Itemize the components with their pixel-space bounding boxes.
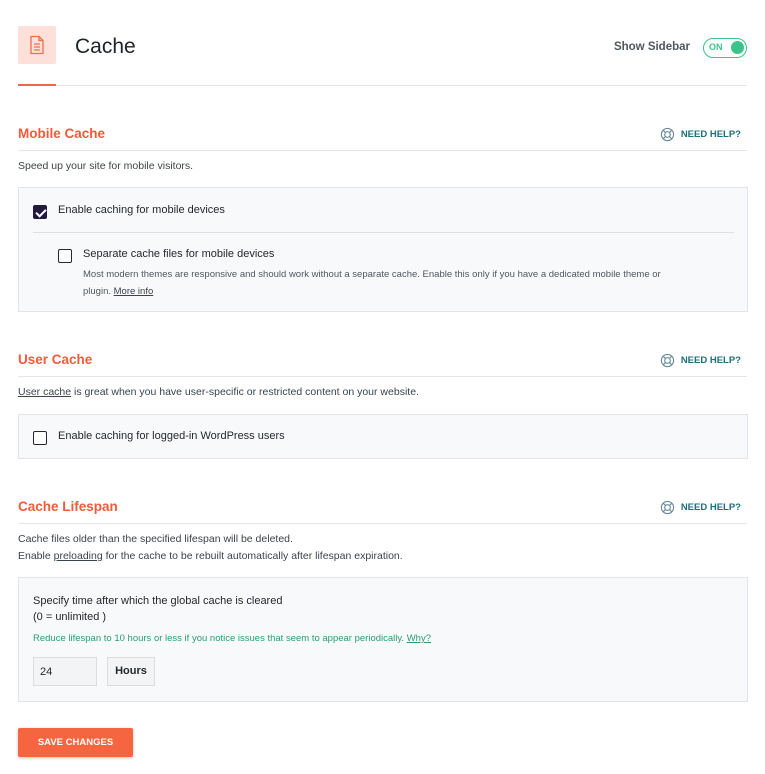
lifespan-desc-line2: Enable preloading for the cache to be re… <box>18 548 403 565</box>
lifespan-field-label-line1: Specify time after which the global cach… <box>33 595 283 607</box>
help-label: NEED HELP? <box>680 502 741 513</box>
lifebuoy-icon <box>660 127 674 142</box>
lifespan-field-label: Specify time after which the global cach… <box>33 593 282 625</box>
lifespan-desc-line1: Cache files older than the specified lif… <box>18 533 293 545</box>
mobile-cache-panel: Enable caching for mobile devices Separa… <box>18 187 748 312</box>
page-title: Cache <box>75 35 136 58</box>
document-icon <box>30 35 44 55</box>
user-cache-description: User cache is great when you have user-s… <box>18 384 419 401</box>
enable-user-cache-label: Enable caching for logged-in WordPress u… <box>58 430 285 442</box>
mobile-cache-header: Mobile Cache NEED HELP? <box>18 126 747 151</box>
lifebuoy-icon <box>660 500 674 515</box>
lifespan-note: Reduce lifespan to 10 hours or less if y… <box>33 633 431 644</box>
mobile-cache-help-link[interactable]: NEED HELP? <box>660 127 741 142</box>
show-sidebar-toggle[interactable]: ON <box>703 38 747 58</box>
separate-cache-help-text: Most modern themes are responsive and sh… <box>83 266 723 300</box>
cache-lifespan-panel: Specify time after which the global cach… <box>18 577 748 702</box>
enable-mobile-cache-label: Enable caching for mobile devices <box>58 204 225 216</box>
separate-cache-help-line1: Most modern themes are responsive and sh… <box>83 269 661 280</box>
panel-divider <box>33 232 734 233</box>
help-label: NEED HELP? <box>680 355 741 366</box>
user-cache-header: User Cache NEED HELP? <box>18 352 747 377</box>
enable-mobile-cache-checkbox[interactable] <box>33 205 47 219</box>
cache-lifespan-description: Cache files older than the specified lif… <box>18 531 403 565</box>
save-changes-button[interactable]: SAVE CHANGES <box>18 728 133 757</box>
toggle-knob <box>731 41 744 54</box>
section-title: Cache Lifespan <box>18 499 118 514</box>
mobile-cache-description: Speed up your site for mobile visitors. <box>18 160 194 172</box>
help-label: NEED HELP? <box>680 129 741 140</box>
header-divider <box>18 85 747 86</box>
user-cache-description-text: is great when you have user-specific or … <box>74 386 419 398</box>
user-cache-link[interactable]: User cache <box>18 386 71 398</box>
lifespan-note-text: Reduce lifespan to 10 hours or less if y… <box>33 633 405 644</box>
separate-cache-help-line2: plugin. More info <box>83 283 723 300</box>
user-cache-panel: Enable caching for logged-in WordPress u… <box>18 414 748 459</box>
section-title: Mobile Cache <box>18 126 106 141</box>
separate-cache-label: Separate cache files for mobile devices <box>83 248 275 260</box>
user-cache-help-link[interactable]: NEED HELP? <box>660 353 741 368</box>
header-accent-underline <box>18 84 56 86</box>
section-title: User Cache <box>18 352 93 367</box>
lifespan-field-label-line2: (0 = unlimited ) <box>33 611 107 623</box>
lifespan-value-input[interactable] <box>33 657 97 686</box>
separate-cache-help-prefix: plugin. <box>83 286 111 297</box>
enable-user-cache-checkbox[interactable] <box>33 431 47 445</box>
page-header: Cache Show Sidebar ON <box>18 26 747 86</box>
show-sidebar-label: Show Sidebar <box>613 41 690 53</box>
lifespan-unit-label: Hours <box>107 657 155 686</box>
preloading-link[interactable]: preloading <box>54 550 103 562</box>
more-info-link[interactable]: More info <box>114 286 154 297</box>
cache-lifespan-help-link[interactable]: NEED HELP? <box>660 500 741 515</box>
lifebuoy-icon <box>660 353 674 368</box>
lifespan-desc-prefix: Enable <box>18 550 51 562</box>
lifespan-desc-suffix: for the cache to be rebuilt automaticall… <box>105 550 403 562</box>
why-link[interactable]: Why? <box>407 633 431 644</box>
cache-lifespan-header: Cache Lifespan NEED HELP? <box>18 499 747 524</box>
toggle-state-label: ON <box>709 42 723 52</box>
cache-page-icon <box>18 26 56 64</box>
separate-cache-checkbox[interactable] <box>58 249 72 263</box>
